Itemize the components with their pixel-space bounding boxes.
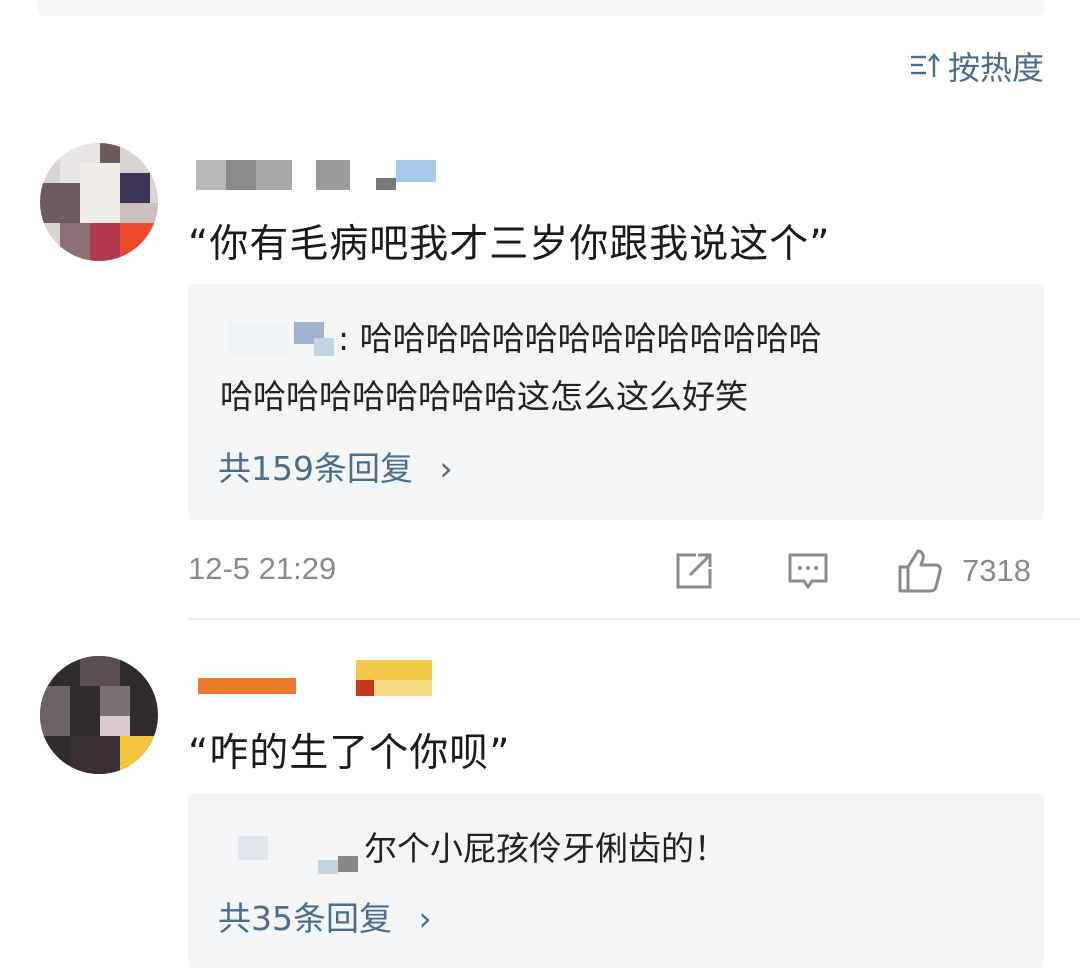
comment-icon bbox=[788, 553, 828, 589]
sort-icon bbox=[910, 53, 940, 77]
reply-text-line: 尔个小屁孩伶牙俐齿的！ bbox=[364, 829, 727, 868]
reply-author-redacted[interactable] bbox=[218, 824, 358, 874]
reply-author-redacted[interactable] bbox=[218, 314, 338, 362]
comment-text: “你有毛病吧我才三岁你跟我说这个” bbox=[188, 222, 831, 267]
avatar[interactable] bbox=[40, 143, 158, 261]
share-button[interactable] bbox=[672, 543, 716, 599]
view-replies-link[interactable]: 共159条回复 › bbox=[218, 442, 453, 490]
comment-meta-row: 12-5 21:29 7318 bbox=[188, 543, 1044, 599]
previous-comment-edge bbox=[38, 0, 1044, 16]
reply-count-label: 共159条回复 bbox=[218, 449, 413, 488]
like-button[interactable]: 7318 bbox=[896, 543, 1031, 599]
comment-divider bbox=[188, 618, 1080, 620]
like-icon bbox=[898, 549, 942, 593]
reply-text-line: : 哈哈哈哈哈哈哈哈哈哈哈哈哈哈 bbox=[338, 319, 822, 358]
chevron-right-icon: › bbox=[439, 449, 453, 488]
sort-by-hot-button[interactable]: 按热度 bbox=[908, 44, 1044, 88]
sort-label: 按热度 bbox=[947, 49, 1044, 87]
share-icon bbox=[676, 553, 712, 589]
avatar[interactable] bbox=[40, 656, 158, 774]
chevron-right-icon: › bbox=[418, 899, 432, 938]
reply-count-label: 共35条回复 bbox=[218, 899, 392, 938]
view-replies-link[interactable]: 共35条回复 › bbox=[218, 892, 432, 940]
username-redacted[interactable] bbox=[196, 160, 456, 194]
reply-button[interactable] bbox=[786, 543, 830, 599]
reply-text-line: 哈哈哈哈哈哈哈哈哈这怎么这么好笑 bbox=[220, 377, 748, 416]
like-count: 7318 bbox=[962, 553, 1031, 588]
reply-preview[interactable]: : 哈哈哈哈哈哈哈哈哈哈哈哈哈哈 哈哈哈哈哈哈哈哈哈这怎么这么好笑 共159条回… bbox=[188, 284, 1044, 520]
reply-preview[interactable]: 尔个小屁孩伶牙俐齿的！ 共35条回复 › bbox=[188, 794, 1044, 968]
username-redacted[interactable] bbox=[196, 660, 456, 696]
comment-text: “咋的生了个你呗” bbox=[188, 731, 511, 776]
timestamp: 12-5 21:29 bbox=[188, 551, 337, 586]
